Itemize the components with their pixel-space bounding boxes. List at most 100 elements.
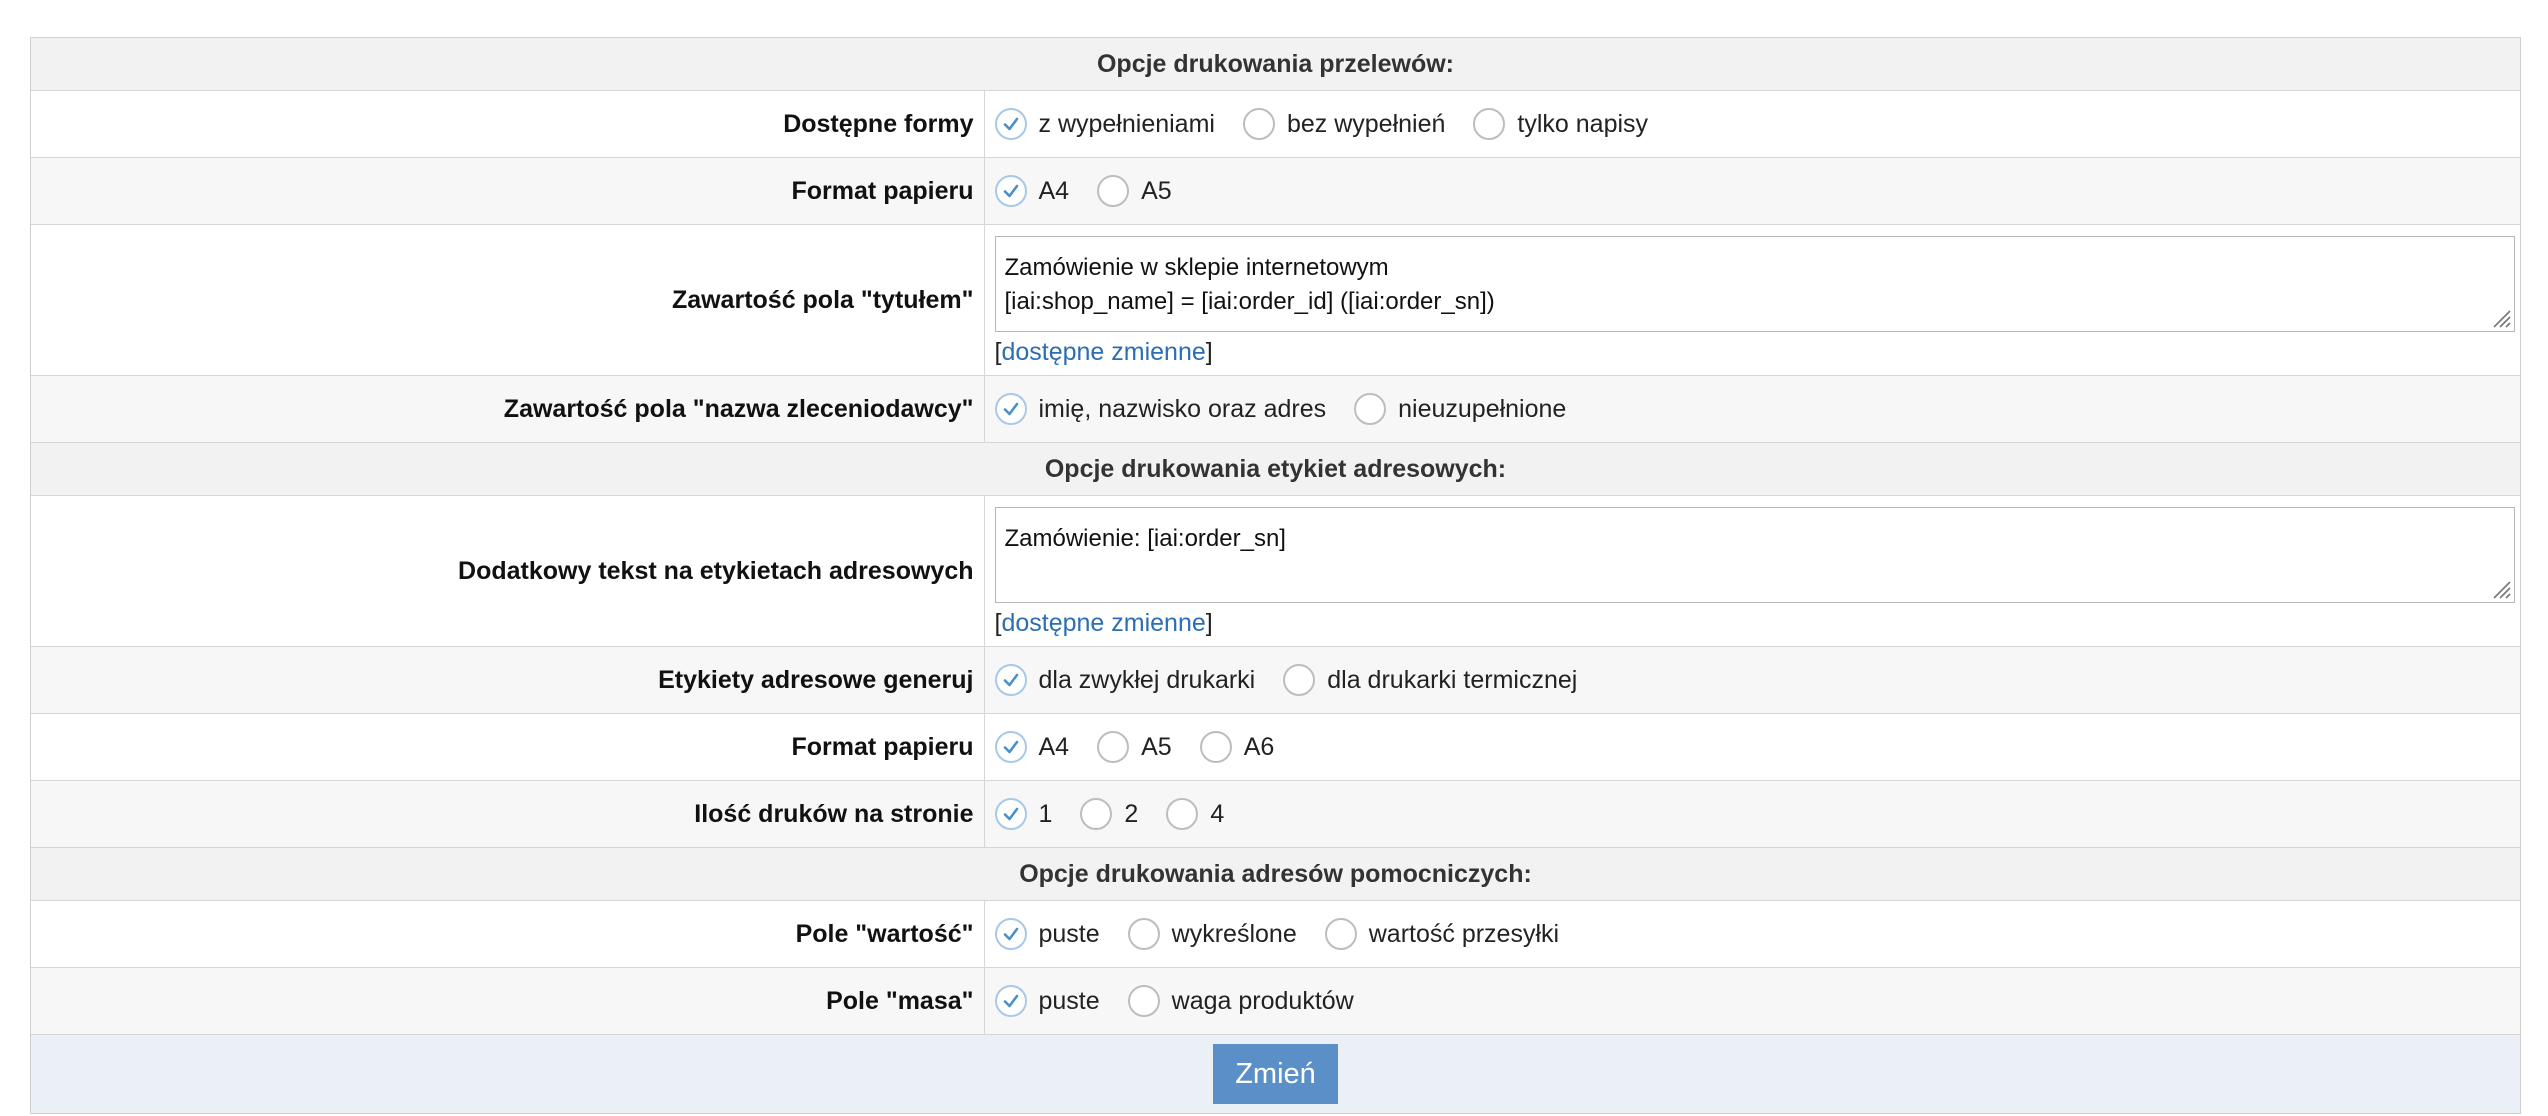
radio-option[interactable]: wykreślone	[1127, 918, 1297, 950]
radio-option[interactable]: A5	[1097, 175, 1172, 207]
radio-empty-icon[interactable]	[1166, 798, 1199, 830]
available-variables-link[interactable]: dostępne zmienne	[1001, 609, 1205, 637]
label-generate: Etykiety adresowe generuj	[31, 646, 985, 714]
radio-option[interactable]: tylko napisy	[1473, 108, 1648, 140]
row-title-field: Zawartość pola "tytułem" Zamówienie w sk…	[31, 224, 2520, 376]
radio-checked-icon[interactable]	[994, 393, 1027, 425]
radio-empty-icon[interactable]	[1199, 731, 1232, 763]
radio-empty-icon[interactable]	[1324, 918, 1357, 950]
radio-option[interactable]: 1	[994, 798, 1053, 830]
radio-group-transfer-paper: A4 A5	[994, 175, 2521, 207]
bracket-close: ]	[1205, 337, 1213, 366]
radio-option[interactable]: wartość przesyłki	[1324, 918, 1560, 950]
radio-label: bez wypełnień	[1286, 109, 1446, 138]
radio-empty-icon[interactable]	[1283, 664, 1316, 696]
radio-option[interactable]: dla drukarki termicznej	[1283, 664, 1577, 696]
settings-table: Opcje drukowania przelewów: Dostępne for…	[31, 38, 2520, 1113]
section-aux: Opcje drukowania adresów pomocniczych:	[31, 847, 2520, 901]
resize-grip-icon[interactable]	[2488, 305, 2512, 329]
radio-group-value-field: puste wykreślone wartość przesyłki	[994, 918, 2521, 950]
radio-empty-icon[interactable]	[1242, 108, 1275, 140]
radio-checked-icon[interactable]	[994, 108, 1027, 140]
radio-checked-icon[interactable]	[994, 798, 1027, 830]
radio-empty-icon[interactable]	[1097, 731, 1130, 763]
label-per-page: Ilość druków na stronie	[31, 780, 985, 848]
radio-label: wartość przesyłki	[1368, 919, 1560, 948]
radio-option[interactable]: puste	[994, 985, 1100, 1017]
radio-checked-icon[interactable]	[994, 918, 1027, 950]
extra-text-textarea[interactable]: Zamówienie: [iai:order_sn]	[994, 506, 2515, 603]
radio-option[interactable]: A4	[994, 175, 1070, 207]
radio-label: puste	[1038, 919, 1100, 948]
radio-empty-icon[interactable]	[1127, 985, 1160, 1017]
label-labels-paper: Format papieru	[31, 713, 985, 781]
extra-text-line: Zamówienie: [iai:order_sn]	[1004, 524, 1286, 552]
radio-empty-icon[interactable]	[1127, 918, 1160, 950]
radio-label: A6	[1243, 732, 1275, 761]
available-variables: [dostępne zmienne]	[995, 609, 2521, 638]
label-value-field: Pole "wartość"	[31, 900, 985, 968]
radio-option[interactable]: nieuzupełnione	[1354, 393, 1566, 425]
row-mass-field: Pole "masa" puste waga produktów	[31, 967, 2521, 1035]
radio-option[interactable]: A4	[994, 731, 1070, 763]
row-transfer-paper: Format papieru A4 A5	[31, 157, 2521, 225]
radio-option[interactable]: dla zwykłej drukarki	[994, 664, 1256, 696]
radio-label: A4	[1038, 176, 1070, 205]
radio-option[interactable]: puste	[994, 918, 1100, 950]
resize-grip-icon[interactable]	[2488, 576, 2512, 600]
radio-label: 2	[1124, 799, 1139, 828]
radio-label: z wypełnieniami	[1038, 109, 1215, 138]
label-title-field: Zawartość pola "tytułem"	[31, 224, 985, 376]
submit-row: Zmień	[31, 1034, 2520, 1113]
radio-label: waga produktów	[1171, 986, 1354, 1015]
radio-group-payer: imię, nazwisko oraz adres nieuzupełnione	[994, 393, 2521, 425]
radio-option[interactable]: 4	[1166, 798, 1224, 830]
radio-option[interactable]: A6	[1199, 731, 1275, 763]
radio-group-generate: dla zwykłej drukarki dla drukarki termic…	[994, 664, 2521, 696]
radio-label: dla zwykłej drukarki	[1038, 665, 1256, 694]
label-mass-field: Pole "masa"	[31, 967, 985, 1035]
radio-option[interactable]: waga produktów	[1127, 985, 1354, 1017]
bracket-close: ]	[1205, 608, 1213, 637]
section-labels: Opcje drukowania etykiet adresowych:	[31, 442, 2520, 496]
radio-empty-icon[interactable]	[1080, 798, 1113, 830]
radio-option[interactable]: z wypełnieniami	[994, 108, 1215, 140]
radio-checked-icon[interactable]	[994, 731, 1027, 763]
section-title-transfers: Opcje drukowania przelewów:	[31, 38, 2520, 91]
radio-group-transfer-forms: z wypełnieniami bez wypełnień tylko napi…	[994, 108, 2521, 140]
title-textarea-line: [iai:shop_name] = [iai:order_id] ([iai:o…	[1004, 287, 1495, 315]
submit-button[interactable]: Zmień	[1213, 1044, 1338, 1104]
row-payer: Zawartość pola "nazwa zleceniodawcy" imi…	[31, 375, 2521, 443]
row-generate: Etykiety adresowe generuj dla zwykłej dr…	[31, 646, 2521, 714]
label-extra-text: Dodatkowy tekst na etykietach adresowych	[31, 495, 985, 647]
radio-label: wykreślone	[1171, 919, 1297, 948]
radio-group-per-page: 1 2 4	[994, 798, 2521, 830]
row-transfer-forms: Dostępne formy z wypełnieniami bez wypeł…	[31, 90, 2521, 158]
radio-label: A4	[1038, 732, 1070, 761]
label-transfer-forms: Dostępne formy	[31, 90, 985, 158]
radio-option[interactable]: A5	[1097, 731, 1172, 763]
available-variables-link[interactable]: dostępne zmienne	[1001, 338, 1205, 366]
radio-option[interactable]: imię, nazwisko oraz adres	[994, 393, 1326, 425]
radio-label: puste	[1038, 986, 1100, 1015]
section-title-labels: Opcje drukowania etykiet adresowych:	[31, 442, 2520, 496]
radio-empty-icon[interactable]	[1473, 108, 1506, 140]
radio-group-mass-field: puste waga produktów	[994, 985, 2521, 1017]
title-textarea[interactable]: Zamówienie w sklepie internetowym [iai:s…	[994, 235, 2515, 332]
radio-label: nieuzupełnione	[1398, 394, 1567, 423]
row-value-field: Pole "wartość" puste wykreślone wartość …	[31, 900, 2521, 968]
radio-label: A5	[1141, 732, 1172, 761]
radio-label: tylko napisy	[1517, 109, 1649, 138]
radio-empty-icon[interactable]	[1097, 175, 1130, 207]
radio-option[interactable]: bez wypełnień	[1242, 108, 1446, 140]
title-textarea-line: Zamówienie w sklepie internetowym	[1004, 253, 1389, 281]
radio-label: 4	[1210, 799, 1225, 828]
row-extra-text: Dodatkowy tekst na etykietach adresowych…	[31, 495, 2521, 647]
radio-checked-icon[interactable]	[994, 985, 1027, 1017]
radio-option[interactable]: 2	[1080, 798, 1138, 830]
radio-label: 1	[1038, 799, 1053, 828]
radio-checked-icon[interactable]	[994, 664, 1027, 696]
radio-empty-icon[interactable]	[1354, 393, 1387, 425]
label-payer: Zawartość pola "nazwa zleceniodawcy"	[31, 375, 985, 443]
radio-checked-icon[interactable]	[994, 175, 1027, 207]
